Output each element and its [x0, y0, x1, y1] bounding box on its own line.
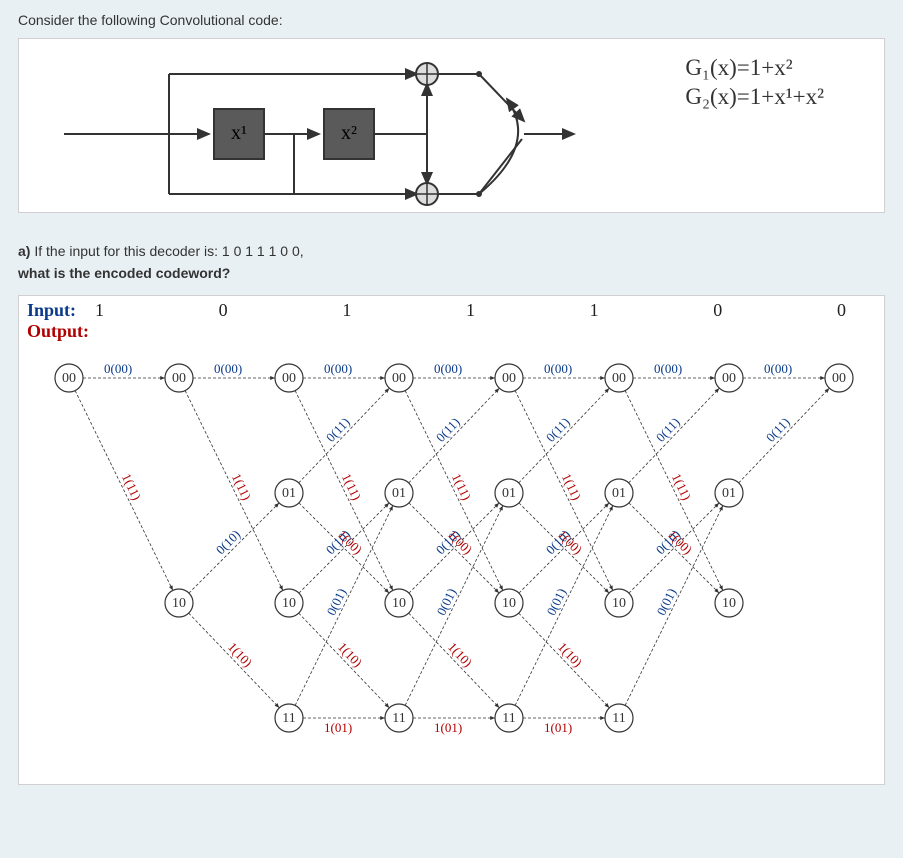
reg1-label: x¹ — [231, 122, 247, 144]
svg-text:00: 00 — [832, 371, 846, 386]
svg-text:0(00): 0(00) — [764, 361, 792, 376]
svg-text:1(11): 1(11) — [339, 471, 365, 502]
svg-text:0(00): 0(00) — [324, 361, 352, 376]
svg-text:0(00): 0(00) — [104, 361, 132, 376]
svg-text:1(10): 1(10) — [225, 639, 255, 670]
svg-text:1(11): 1(11) — [669, 471, 695, 502]
input-bit: 0 — [713, 300, 722, 321]
svg-text:01: 01 — [502, 486, 516, 501]
svg-text:10: 10 — [612, 596, 626, 611]
svg-text:1(11): 1(11) — [229, 471, 255, 502]
part-a-text: If the input for this decoder is: 1 0 1 … — [34, 243, 303, 259]
svg-text:0(11): 0(11) — [763, 414, 793, 444]
svg-text:0(00): 0(00) — [214, 361, 242, 376]
svg-text:0(00): 0(00) — [544, 361, 572, 376]
input-bit: 0 — [219, 300, 228, 321]
reg2-label: x² — [341, 122, 357, 144]
input-label: Input: — [27, 300, 95, 321]
svg-text:0(11): 0(11) — [433, 414, 463, 444]
svg-text:0(00): 0(00) — [434, 361, 462, 376]
input-bit: 1 — [590, 300, 599, 321]
input-bit: 0 — [837, 300, 846, 321]
svg-text:00: 00 — [722, 371, 736, 386]
svg-text:00: 00 — [172, 371, 186, 386]
svg-text:10: 10 — [282, 596, 296, 611]
svg-text:0(11): 0(11) — [543, 414, 573, 444]
svg-text:0(11): 0(11) — [323, 414, 353, 444]
output-label: Output: — [19, 321, 884, 342]
svg-text:1(10): 1(10) — [555, 639, 585, 670]
input-bit: 1 — [95, 300, 104, 321]
circuit-diagram: x¹ x² G₁(x)=1+x² — [18, 38, 885, 213]
part-a-question: what is the encoded codeword? — [18, 265, 885, 281]
g2-equation: G₂(x)=1+x¹+x² — [685, 83, 824, 112]
svg-text:01: 01 — [612, 486, 626, 501]
svg-text:1(11): 1(11) — [119, 471, 145, 502]
svg-text:0(10): 0(10) — [213, 527, 244, 558]
svg-text:01: 01 — [392, 486, 406, 501]
generator-polynomials: G₁(x)=1+x² G₂(x)=1+x¹+x² — [685, 54, 824, 112]
input-bit: 1 — [342, 300, 351, 321]
input-bit: 1 — [466, 300, 475, 321]
svg-text:01: 01 — [282, 486, 296, 501]
svg-text:11: 11 — [392, 711, 405, 726]
svg-text:1(01): 1(01) — [434, 720, 462, 735]
svg-text:00: 00 — [392, 371, 406, 386]
svg-text:1(01): 1(01) — [544, 720, 572, 735]
svg-text:10: 10 — [392, 596, 406, 611]
svg-text:10: 10 — [172, 596, 186, 611]
svg-text:11: 11 — [612, 711, 625, 726]
trellis-diagram: Input: 1011100 Output: 0(00)1(11)0(00)1(… — [18, 295, 885, 785]
svg-text:11: 11 — [502, 711, 515, 726]
svg-text:1(10): 1(10) — [335, 639, 365, 670]
svg-text:1(11): 1(11) — [559, 471, 585, 502]
svg-text:1(11): 1(11) — [449, 471, 475, 502]
svg-text:0(11): 0(11) — [653, 414, 683, 444]
svg-text:10: 10 — [722, 596, 736, 611]
encoder-circuit-svg: x¹ x² — [19, 39, 579, 214]
input-values: 1 0 1 1 1 0 0 — [95, 300, 876, 321]
g1-equation: G₁(x)=1+x² — [685, 54, 824, 83]
svg-text:1(10): 1(10) — [445, 639, 475, 670]
part-a-prompt: a) If the input for this decoder is: 1 0… — [18, 243, 885, 259]
input-row: Input: 1 0 1 1 1 0 0 — [19, 296, 884, 321]
svg-text:00: 00 — [502, 371, 516, 386]
svg-text:0(00): 0(00) — [654, 361, 682, 376]
svg-text:10: 10 — [502, 596, 516, 611]
svg-text:00: 00 — [62, 371, 76, 386]
part-a-label: a) — [18, 243, 30, 259]
svg-text:1(01): 1(01) — [324, 720, 352, 735]
svg-text:01: 01 — [722, 486, 736, 501]
intro-text: Consider the following Convolutional cod… — [18, 12, 885, 28]
trellis-svg: 0(00) 1(11) 0(00) 1(11) 0(10) 1(10) 0(00) 1(11)… — [19, 348, 886, 786]
svg-text:00: 00 — [612, 371, 626, 386]
svg-text:11: 11 — [282, 711, 295, 726]
svg-text:00: 00 — [282, 371, 296, 386]
